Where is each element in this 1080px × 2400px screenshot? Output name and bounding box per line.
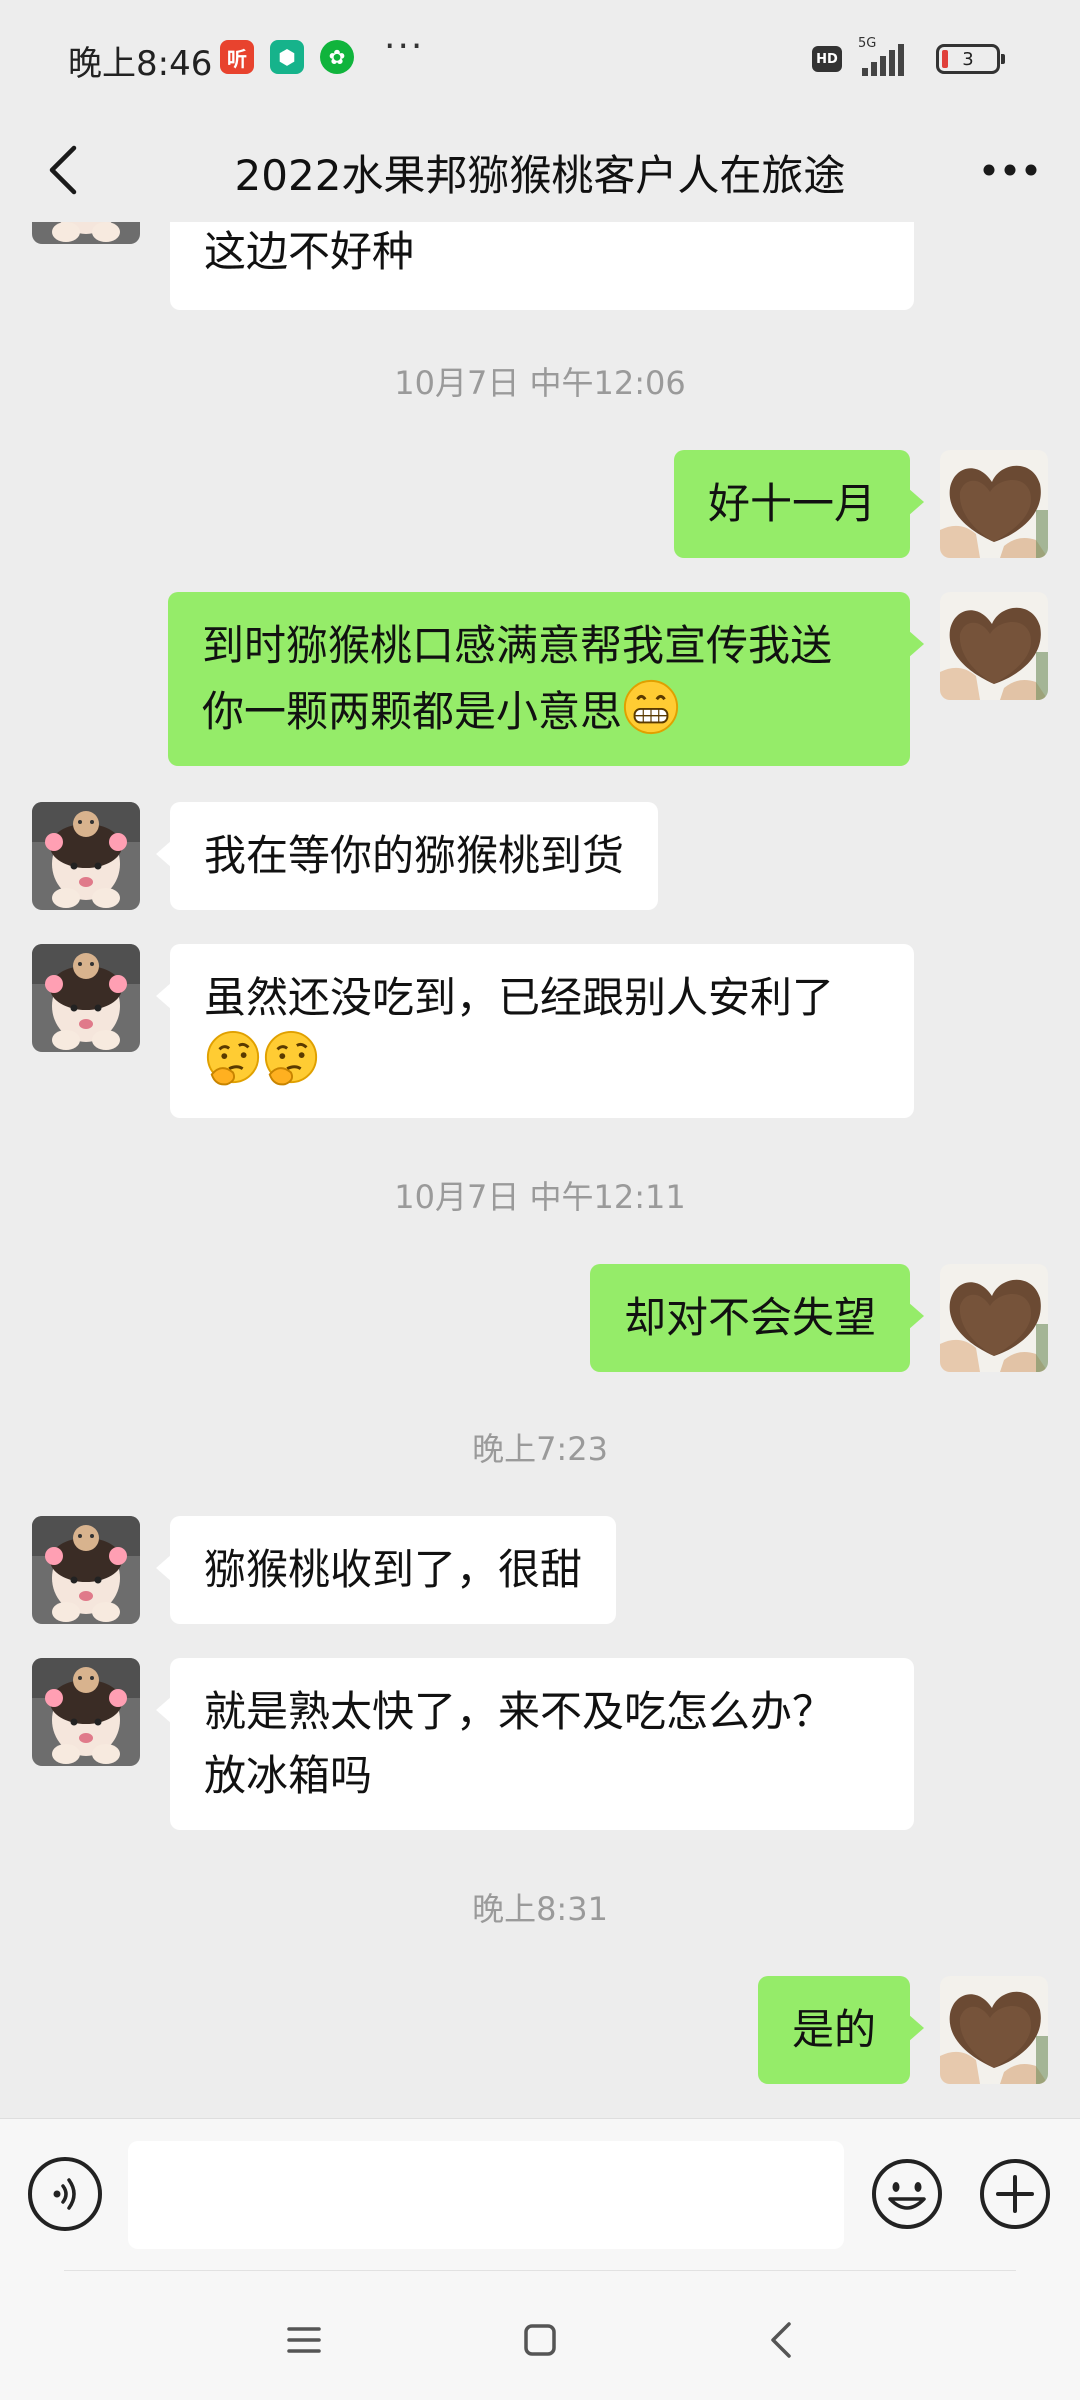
more-button[interactable] [970, 136, 1050, 204]
message-bubble-sent[interactable]: 到时猕猴桃口感满意帮我宣传我送 你一颗两颗都是小意思 [168, 592, 924, 766]
my-avatar[interactable] [940, 1976, 1048, 2084]
message-bubble-received[interactable]: 就是熟太快了，来不及吃怎么办？ 放冰箱吗 [156, 1658, 914, 1830]
status-time: 晚上8:46 [68, 44, 213, 84]
message-bubble-received[interactable]: 这边不好种 [170, 222, 914, 310]
thinking-emoji-icon [262, 1030, 320, 1088]
timestamp: 晚上7:23 [472, 1430, 608, 1468]
status-bar: 晚上8:46 听 ⬢ ✿ ··· HD 5G 3 [0, 0, 1080, 118]
contact-avatar[interactable] [32, 1516, 140, 1624]
recent-apps-button[interactable] [274, 2310, 334, 2370]
timestamp: 10月7日 中午12:11 [394, 1178, 686, 1216]
page-title: 2022水果邦猕猴桃客户人在旅途 [234, 151, 846, 200]
message-text: 我在等你的猕猴桃到货 [204, 831, 625, 880]
more-notifications-icon: ··· [384, 26, 425, 67]
message-text: 好十一月 [707, 479, 876, 528]
home-icon [524, 2324, 556, 2356]
message-text: 你一颗两颗都是小意思 [202, 687, 623, 736]
message-text: 放冰箱吗 [204, 1751, 373, 1800]
hd-icon: HD [812, 46, 842, 72]
timestamp: 10月7日 中午12:06 [394, 364, 686, 402]
emoji-button[interactable] [870, 2157, 944, 2231]
timestamp: 晚上8:31 [472, 1890, 608, 1928]
message-text: 虽然还没吃到，已经跟别人安利了 [204, 973, 835, 1022]
more-icon [983, 164, 1037, 176]
wechat-sport-icon: ✿ [320, 40, 354, 74]
voice-button[interactable] [28, 2157, 102, 2231]
contact-avatar[interactable] [32, 1658, 140, 1766]
contact-avatar[interactable] [32, 222, 140, 244]
grin-emoji-icon [622, 678, 680, 736]
message-bubble-received[interactable]: 我在等你的猕猴桃到货 [155, 802, 659, 910]
thinking-emoji-icon [204, 1030, 262, 1088]
chat-header: 2022水果邦猕猴桃客户人在旅途 [0, 118, 1080, 222]
voice-icon [53, 2178, 76, 2210]
plus-icon [980, 2159, 1050, 2229]
chevron-left-icon [49, 145, 77, 195]
back-icon [771, 2322, 791, 2358]
message-text: 就是熟太快了，来不及吃怎么办？ [204, 1687, 835, 1736]
emoji-icon [872, 2159, 942, 2229]
back-button[interactable] [30, 136, 98, 204]
battery-icon: 3 [936, 44, 1005, 74]
system-nav-bar [0, 2270, 1080, 2400]
message-bubble-sent[interactable]: 是的 [757, 1976, 925, 2084]
signal-icon: 5G [858, 36, 922, 76]
contact-avatar[interactable] [32, 802, 140, 910]
my-avatar[interactable] [940, 1264, 1048, 1372]
message-bubble-sent[interactable]: 却对不会失望 [589, 1264, 925, 1372]
my-avatar[interactable] [940, 450, 1048, 558]
battery-level: 3 [962, 48, 974, 70]
message-text: 却对不会失望 [623, 1293, 876, 1342]
message-text: 这边不好种 [204, 227, 415, 276]
chat-messages[interactable]: 这边不好种 10月7日 中午12:06 好十一月 到时猕猴桃口感满意帮我宣传我送… [0, 222, 1080, 2118]
menu-icon [287, 2327, 321, 2353]
message-bubble-sent[interactable]: 好十一月 [673, 450, 925, 558]
message-input[interactable] [128, 2141, 844, 2249]
message-bubble-received[interactable]: 虽然还没吃到，已经跟别人安利了 [156, 944, 914, 1118]
plus-button[interactable] [978, 2157, 1052, 2231]
home-button[interactable] [510, 2310, 570, 2370]
ting-app-icon: 听 [220, 40, 254, 74]
message-bubble-received[interactable]: 猕猴桃收到了，很甜 [155, 1516, 617, 1624]
message-text: 是的 [791, 2005, 876, 2054]
my-avatar[interactable] [940, 592, 1048, 700]
message-text: 到时猕猴桃口感满意帮我宣传我送 [202, 621, 833, 670]
input-bar [0, 2118, 1080, 2270]
nav-divider [64, 2270, 1016, 2271]
shield-app-icon: ⬢ [270, 40, 304, 74]
contact-avatar[interactable] [32, 944, 140, 1052]
message-text: 猕猴桃收到了，很甜 [204, 1545, 583, 1594]
system-back-button[interactable] [752, 2310, 812, 2370]
